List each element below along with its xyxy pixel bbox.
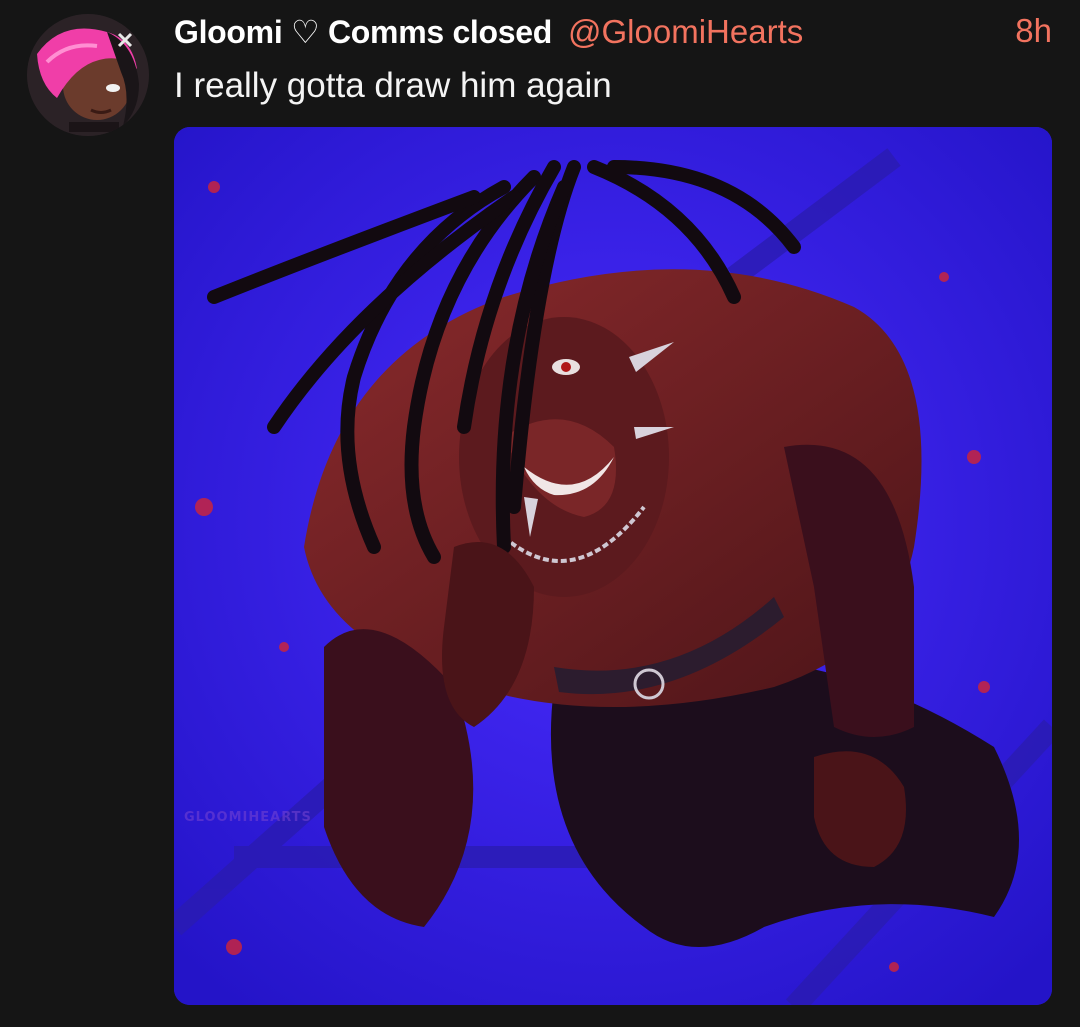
author-handle[interactable]: @GloomiHearts bbox=[568, 13, 803, 51]
tweet-text: I really gotta draw him again bbox=[174, 66, 612, 105]
artwork-illustration bbox=[174, 127, 1052, 1005]
tweet-media-image[interactable]: GLOOMIHEARTS bbox=[174, 127, 1052, 1005]
tweet-header: Gloomi ♡ Comms closed @GloomiHearts 8h bbox=[174, 12, 1052, 52]
avatar-image bbox=[27, 14, 149, 136]
tweet[interactable]: Gloomi ♡ Comms closed @GloomiHearts 8h I… bbox=[0, 0, 1080, 1027]
artwork-watermark: GLOOMIHEARTS bbox=[184, 810, 312, 825]
author-display-name[interactable]: Gloomi ♡ Comms closed bbox=[174, 13, 552, 51]
author-avatar[interactable] bbox=[27, 14, 149, 136]
tweet-timestamp[interactable]: 8h bbox=[1015, 12, 1052, 50]
